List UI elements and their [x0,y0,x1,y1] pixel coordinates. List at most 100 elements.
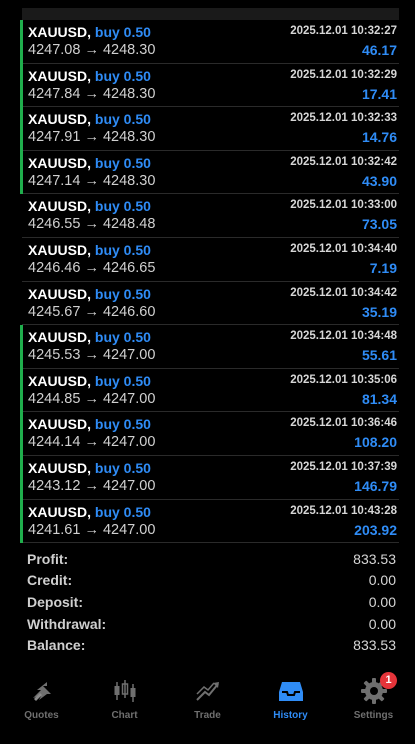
deal-marker [20,63,23,108]
deal-time: 2025.12.01 10:32:33 [290,112,397,125]
trade-icon [195,682,219,701]
tab-chart[interactable]: Chart [87,668,162,721]
deal-marker [20,194,23,238]
summary-credit: Credit: 0.00 [27,570,396,592]
deal-symbol: XAUUSD, [28,459,92,476]
deal-symbol: XAUUSD, [28,285,92,302]
tab-settings[interactable]: 1 Settings [336,668,411,721]
deal-marker [20,412,23,456]
deal-prices: 4244.85 → 4247.00 [28,390,156,407]
deal-marker [20,150,23,195]
deal-row[interactable]: XAUUSD, buy 0.50 2025.12.01 10:35:06 424… [20,368,399,413]
previous-deal-row-partial [22,8,399,20]
deal-direction: buy 0.50 [94,198,151,215]
deal-direction: buy 0.50 [94,503,151,520]
deal-profit: 46.17 [361,42,397,58]
deal-prices: 4244.14 → 4247.00 [28,434,156,451]
deal-symbol: XAUUSD, [28,67,92,84]
deal-prices: 4245.67 → 4246.60 [28,303,156,320]
deal-marker [20,238,23,282]
deal-time: 2025.12.01 10:37:39 [290,460,397,473]
deal-marker [20,282,23,326]
deal-marker [20,455,23,500]
deal-profit: 43.90 [361,172,397,189]
deal-row[interactable]: XAUUSD, buy 0.50 2025.12.01 10:32:29 424… [20,63,399,108]
deal-profit: 7.19 [369,259,397,276]
deal-direction: buy 0.50 [94,329,151,346]
deal-profit: 81.34 [361,390,397,407]
deal-direction: buy 0.50 [94,285,151,302]
deal-symbol: XAUUSD, [28,241,92,258]
deal-profit: 108.20 [354,434,397,451]
deal-profit: 17.41 [361,85,397,102]
summary-label: Deposit: [27,593,83,610]
deal-row[interactable]: XAUUSD, buy 0.50 2025.12.01 10:36:46 424… [20,412,399,456]
deal-marker [20,107,23,151]
deal-time: 2025.12.01 10:32:27 [290,25,397,37]
deal-row[interactable]: XAUUSD, buy 0.50 2025.12.01 10:32:42 424… [20,150,399,195]
summary-label: Credit: [27,572,73,589]
tab-quotes[interactable]: Quotes [4,668,79,721]
deal-direction: buy 0.50 [94,24,151,40]
deal-direction: buy 0.50 [94,111,151,128]
deal-symbol: XAUUSD, [28,372,92,389]
deal-direction: buy 0.50 [94,67,151,84]
deals-list[interactable]: XAUUSD, buy 0.50 2025.12.01 10:32:27 424… [0,20,415,544]
deal-symbol: XAUUSD, [28,416,92,433]
summary-balance: Balance: 833.53 [27,634,396,656]
deal-profit: 203.92 [354,521,397,538]
summary-label: Balance: [27,637,86,654]
deal-time: 2025.12.01 10:32:29 [290,68,397,81]
deal-prices: 4246.46 → 4246.65 [28,259,156,276]
deal-direction: buy 0.50 [94,241,151,258]
deal-row[interactable]: XAUUSD, buy 0.50 2025.12.01 10:34:42 424… [22,282,399,326]
deal-profit: 35.19 [361,303,397,320]
tab-label: Trade [194,710,221,721]
deal-direction: buy 0.50 [94,372,151,389]
deal-row[interactable]: XAUUSD, buy 0.50 2025.12.01 10:32:33 424… [20,107,399,151]
deal-marker [20,325,23,369]
summary-value: 833.53 [353,550,396,567]
summary-value: 0.00 [368,593,396,610]
summary-label: Profit: [27,550,69,567]
deal-symbol: XAUUSD, [28,198,92,215]
bottom-tab-bar: Quotes Chart Trade History 1 Settings [0,668,415,744]
deal-profit: 55.61 [361,347,397,364]
tab-label: History [273,710,308,721]
history-inbox-icon [278,682,303,701]
deal-prices: 4246.55 → 4248.48 [28,216,156,233]
deal-time: 2025.12.01 10:36:46 [290,417,397,430]
tab-history[interactable]: History [253,668,328,721]
deal-row[interactable]: XAUUSD, buy 0.50 2025.12.01 10:33:00 424… [22,194,399,238]
tab-label: Settings [353,710,394,721]
deal-row[interactable]: XAUUSD, buy 0.50 2025.12.01 10:37:39 424… [20,455,399,500]
deal-direction: buy 0.50 [94,416,151,433]
deal-symbol: XAUUSD, [28,329,92,346]
deal-time: 2025.12.01 10:33:00 [290,199,397,212]
deal-profit: 73.05 [361,216,397,233]
deal-prices: 4241.61 → 4247.00 [28,521,156,538]
deal-row[interactable]: XAUUSD, buy 0.50 2025.12.01 10:43:28 424… [20,499,399,544]
candlestick-chart-icon [114,680,135,702]
tab-trade[interactable]: Trade [170,668,245,721]
deal-time: 2025.12.01 10:43:28 [290,504,397,517]
deal-symbol: XAUUSD, [28,503,92,520]
account-summary: Profit: 833.53 Credit: 0.00 Deposit: 0.0… [27,548,396,656]
deal-row[interactable]: XAUUSD, buy 0.50 2025.12.01 10:32:27 424… [20,20,399,64]
deal-time: 2025.12.01 10:34:42 [290,286,397,299]
deal-marker [20,499,23,544]
notification-badge: 1 [380,672,397,689]
deal-direction: buy 0.50 [94,459,151,476]
deal-marker [20,368,23,413]
quotes-icon [32,682,51,701]
deal-profit: 14.76 [361,129,397,146]
deal-symbol: XAUUSD, [28,24,92,40]
deal-row[interactable]: XAUUSD, buy 0.50 2025.12.01 10:34:40 424… [22,238,399,282]
deal-row[interactable]: XAUUSD, buy 0.50 2025.12.01 10:34:48 424… [20,325,399,369]
tab-label: Quotes [24,710,59,721]
deal-time: 2025.12.01 10:34:48 [290,330,397,343]
history-screen: XAUUSD, buy 0.50 2025.12.01 10:32:27 424… [0,0,415,744]
summary-profit: Profit: 833.53 [27,548,396,570]
deal-time: 2025.12.01 10:34:40 [290,242,397,255]
deal-prices: 4247.14 → 4248.30 [28,172,156,189]
